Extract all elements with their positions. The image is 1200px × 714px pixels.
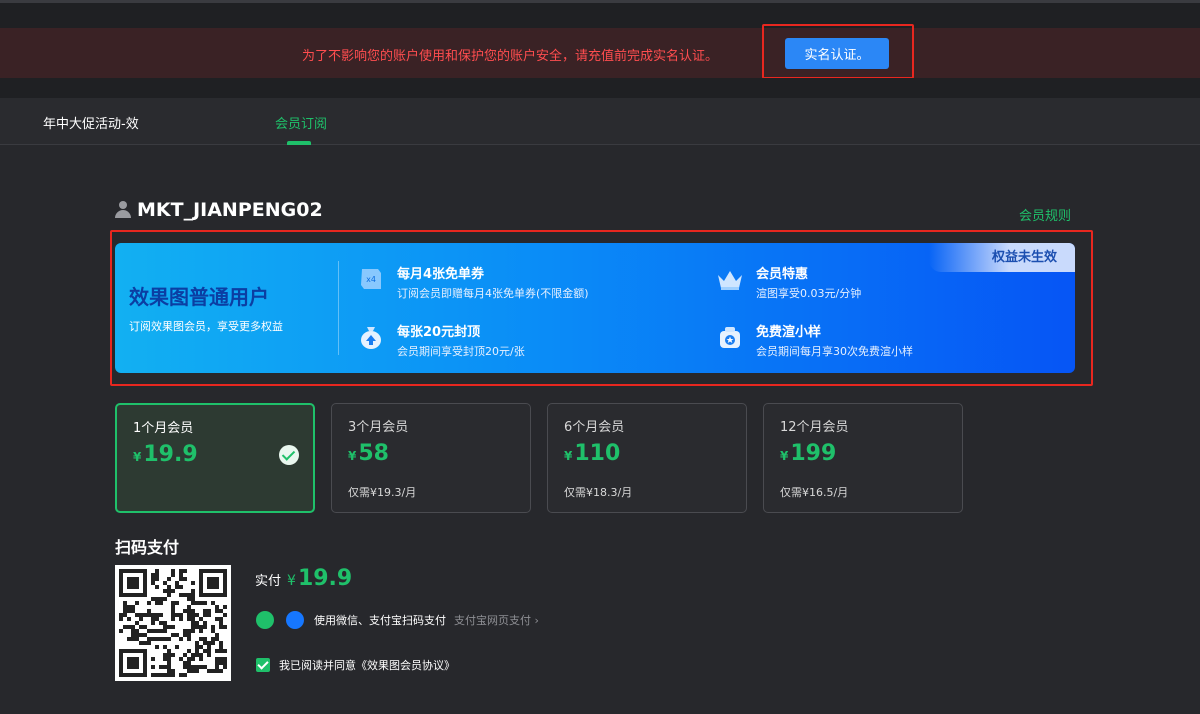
username: MKT_JIANPENG02 [137, 199, 323, 221]
gift-icon [720, 327, 740, 348]
verify-button[interactable]: 实名认证。 [785, 38, 889, 69]
user-tier-title: 效果图普通用户 [129, 285, 269, 309]
user-tier-subtitle: 订阅效果图会员，享受更多权益 [129, 320, 283, 333]
plan-3-month[interactable]: 3个月会员 ¥58 仅需¥19.3/月 [331, 403, 531, 513]
payment-title: 扫码支付 [115, 538, 180, 557]
benefits-card: 权益未生效 效果图普通用户 订阅效果图会员，享受更多权益 x4 每月4张免单券 … [115, 243, 1075, 373]
tab-membership[interactable]: 会员订阅 [275, 113, 327, 132]
tab-active-indicator [287, 141, 311, 145]
plan-per-month: 仅需¥19.3/月 [348, 486, 417, 499]
money-bag-icon [361, 327, 381, 349]
plan-price: ¥110 [564, 441, 621, 466]
plan-price: ¥19.9 [133, 442, 198, 467]
agreement: 我已阅读并同意《效果图会员协议》 [256, 657, 455, 673]
alipay-icon [286, 611, 304, 629]
plan-price: ¥199 [780, 441, 837, 466]
alipay-web-pay-link[interactable]: 支付宝网页支付 › [454, 612, 539, 628]
agreement-text[interactable]: 我已阅读并同意《效果图会员协议》 [279, 657, 455, 673]
agree-checkbox[interactable] [256, 658, 270, 672]
plan-6-month[interactable]: 6个月会员 ¥110 仅需¥18.3/月 [547, 403, 747, 513]
status-badge: 权益未生效 [929, 243, 1075, 272]
user-icon [115, 201, 131, 219]
selected-check-icon [279, 445, 299, 465]
svg-text:x4: x4 [366, 275, 376, 284]
banner-message: 为了不影响您的账户使用和保护您的账户安全，请充值前完成实名认证。 [302, 49, 719, 64]
top-strip [0, 0, 1200, 28]
plan-per-month: 仅需¥18.3/月 [564, 486, 633, 499]
plan-per-month: 仅需¥16.5/月 [780, 486, 849, 499]
membership-rules-link[interactable]: 会员规则 [1019, 205, 1071, 224]
separator [0, 78, 1200, 98]
user-info: MKT_JIANPENG02 [115, 199, 323, 221]
divider [338, 261, 339, 355]
plan-12-month[interactable]: 12个月会员 ¥199 仅需¥16.5/月 [763, 403, 963, 513]
qr-code [115, 565, 231, 681]
chevron-right-icon: › [534, 614, 539, 627]
actual-amount: 19.9 [297, 566, 353, 591]
tab-bar [0, 98, 1200, 145]
tab-promo[interactable]: 年中大促活动-效 [43, 113, 139, 132]
verification-banner: 为了不影响您的账户使用和保护您的账户安全，请充值前完成实名认证。 [0, 28, 1200, 78]
coupon-icon: x4 [361, 269, 381, 289]
wechat-icon [256, 611, 274, 629]
payment-methods: 使用微信、支付宝扫码支付 支付宝网页支付 › [256, 611, 539, 629]
plan-1-month[interactable]: 1个月会员 ¥19.9 [115, 403, 315, 513]
plan-price: ¥58 [348, 441, 389, 466]
actual-payment: 实付 ¥ 19.9 [255, 566, 353, 591]
crown-icon [718, 271, 742, 290]
